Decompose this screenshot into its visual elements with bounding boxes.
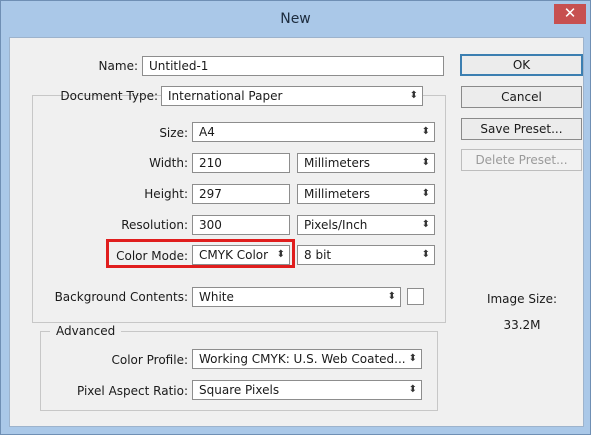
name-label: Name:: [98, 59, 138, 73]
updown-arrow-icon: ⬍: [421, 157, 430, 168]
resolution-label: Resolution:: [121, 218, 188, 232]
document-type-label: Document Type:: [60, 89, 158, 103]
background-contents-value: White: [199, 290, 234, 304]
width-unit-value: Millimeters: [304, 156, 371, 170]
updown-arrow-icon: ⬍: [276, 249, 285, 260]
background-color-swatch[interactable]: [407, 288, 424, 305]
resolution-input[interactable]: 300: [192, 215, 290, 235]
cancel-button[interactable]: Cancel: [461, 86, 582, 108]
close-icon: ✕: [563, 4, 577, 22]
ok-button[interactable]: OK: [460, 54, 583, 76]
new-document-dialog: New ✕ Name: Untitled-1 Document Type: In…: [0, 0, 591, 435]
width-input[interactable]: 210: [192, 153, 290, 173]
height-label: Height:: [144, 187, 188, 201]
advanced-legend: Advanced: [50, 324, 122, 338]
color-profile-value: Working CMYK: U.S. Web Coated...: [199, 352, 406, 366]
bit-depth-select[interactable]: 8 bit ⬍: [297, 245, 435, 265]
pixel-aspect-ratio-value: Square Pixels: [199, 383, 280, 397]
updown-arrow-icon: ⬍: [408, 384, 417, 395]
pixel-aspect-ratio-label: Pixel Aspect Ratio:: [77, 384, 188, 398]
size-label: Size:: [159, 126, 188, 140]
bit-depth-value: 8 bit: [304, 248, 332, 262]
height-input[interactable]: 297: [192, 184, 290, 204]
updown-arrow-icon: ⬍: [421, 219, 430, 230]
updown-arrow-icon: ⬍: [421, 126, 430, 137]
background-contents-select[interactable]: White ⬍: [192, 287, 401, 307]
color-mode-value: CMYK Color: [199, 248, 269, 262]
updown-arrow-icon: ⬍: [387, 291, 396, 302]
dialog-title: New: [280, 11, 311, 27]
name-input[interactable]: Untitled-1: [142, 56, 444, 76]
resolution-unit-value: Pixels/Inch: [304, 218, 368, 232]
image-size-value: 33.2M: [503, 318, 541, 332]
title-bar[interactable]: New ✕: [1, 1, 590, 37]
dialog-body: Name: Untitled-1 Document Type: Internat…: [9, 37, 584, 427]
updown-arrow-icon: ⬍: [408, 353, 417, 364]
size-value: A4: [199, 125, 215, 139]
width-unit-select[interactable]: Millimeters ⬍: [297, 153, 435, 173]
close-button[interactable]: ✕: [554, 4, 586, 24]
height-unit-select[interactable]: Millimeters ⬍: [297, 184, 435, 204]
save-preset-button[interactable]: Save Preset...: [461, 118, 582, 140]
delete-preset-button: Delete Preset...: [461, 149, 582, 171]
document-type-value: International Paper: [168, 89, 283, 103]
width-label: Width:: [149, 156, 188, 170]
resolution-unit-select[interactable]: Pixels/Inch ⬍: [297, 215, 435, 235]
pixel-aspect-ratio-select[interactable]: Square Pixels ⬍: [192, 380, 422, 400]
updown-arrow-icon: ⬍: [421, 249, 430, 260]
color-profile-label: Color Profile:: [111, 353, 189, 367]
height-unit-value: Millimeters: [304, 187, 371, 201]
background-contents-label: Background Contents:: [54, 290, 188, 304]
color-mode-select[interactable]: CMYK Color ⬍: [192, 245, 290, 265]
document-type-select[interactable]: International Paper ⬍: [161, 86, 423, 106]
updown-arrow-icon: ⬍: [421, 188, 430, 199]
color-mode-label: Color Mode:: [116, 249, 188, 263]
updown-arrow-icon: ⬍: [409, 90, 418, 101]
size-select[interactable]: A4 ⬍: [192, 122, 435, 142]
image-size-label: Image Size:: [486, 292, 558, 306]
color-profile-select[interactable]: Working CMYK: U.S. Web Coated... ⬍: [192, 349, 422, 369]
